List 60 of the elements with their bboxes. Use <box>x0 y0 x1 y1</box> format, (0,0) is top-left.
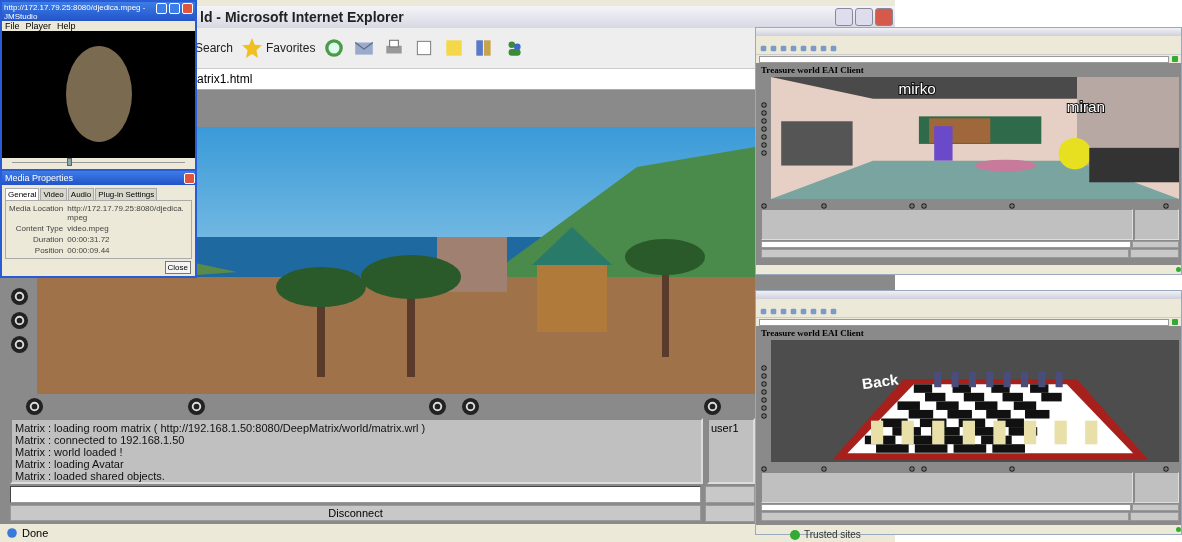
dialog-title: Media Properties <box>5 173 75 183</box>
zone-icon <box>1176 267 1181 272</box>
restore-button[interactable] <box>855 8 873 26</box>
chat-input[interactable] <box>761 504 1131 511</box>
field-value: video.mpeg <box>67 224 110 233</box>
user-list: user1 <box>707 418 755 484</box>
zone-icon <box>790 529 800 540</box>
control-icon[interactable] <box>10 335 29 354</box>
window-title: http://172.17.79.25:8080/djedica.mpeg - JMStudio <box>4 3 147 21</box>
field-label: Position <box>33 246 64 255</box>
menu-item[interactable]: Player <box>25 20 52 31</box>
maximize-button[interactable] <box>169 3 180 14</box>
back-label: Back <box>860 370 900 393</box>
menu-item[interactable]: Help <box>57 20 76 31</box>
close-button[interactable]: Close <box>164 261 191 274</box>
control-icon[interactable] <box>10 311 29 330</box>
search-button[interactable]: Search <box>195 41 234 55</box>
avatar-name-label: miran <box>1066 98 1105 116</box>
control-icon[interactable] <box>428 397 447 416</box>
page-icon <box>6 527 18 539</box>
address-field[interactable] <box>759 55 1169 63</box>
star-icon <box>241 37 264 59</box>
dropdown-field[interactable] <box>705 486 755 503</box>
control-icon[interactable] <box>703 397 722 416</box>
user-list <box>1134 209 1179 240</box>
chat-input[interactable] <box>10 486 701 503</box>
tab[interactable]: Audio <box>67 188 95 200</box>
favorites-button[interactable]: Favorites <box>241 37 316 59</box>
tab[interactable]: Plug-in Settings <box>95 188 158 200</box>
disconnect-button[interactable]: Disconnect <box>10 505 701 521</box>
field-label: Content Type <box>14 224 64 233</box>
zone-icon <box>1176 527 1181 532</box>
avatar-name-label: mirko <box>898 80 936 97</box>
tab[interactable]: Video <box>40 188 67 200</box>
history-icon[interactable] <box>323 37 346 59</box>
control-icon[interactable] <box>187 397 206 416</box>
field-label: Media Location <box>9 204 64 215</box>
chat-input[interactable] <box>761 241 1131 248</box>
address-field[interactable]: atrix1.html <box>197 72 253 86</box>
menu-item[interactable]: File <box>5 20 20 31</box>
field-value: 00:00:09.44 <box>67 246 111 255</box>
user-list <box>1134 472 1179 503</box>
dropdown-field[interactable] <box>1132 241 1179 248</box>
control-icon[interactable] <box>461 397 480 416</box>
head-silhouette-icon <box>63 44 134 145</box>
status-text: Done <box>22 527 49 539</box>
minimize-button[interactable] <box>835 8 853 26</box>
page-heading: Treasure world EAI Client <box>761 327 865 340</box>
field-label: Duration <box>32 235 64 244</box>
window-title: ld - Microsoft Internet Explorer <box>200 9 404 25</box>
address-field[interactable] <box>759 318 1169 326</box>
zone-text: Trusted sites <box>804 529 861 540</box>
tab[interactable]: General <box>5 188 40 200</box>
control-icon[interactable] <box>25 397 44 416</box>
close-button[interactable] <box>875 8 893 26</box>
chat-log: Matrix : loading room matrix ( http://192.168.1.50:8080/DeepMatrix/world/matrix.wrl ) Matrix : connected to 192.168.1.50 Matrix : world loaded ! Matrix : loading Avatar Matrix : loaded shared objects. <box>10 418 703 484</box>
control-icon[interactable] <box>10 287 29 306</box>
page-heading: Treasure world EAI Client <box>761 64 865 77</box>
field-value: 00:00:31.72 <box>67 235 111 244</box>
dropdown-field[interactable] <box>1132 504 1179 511</box>
